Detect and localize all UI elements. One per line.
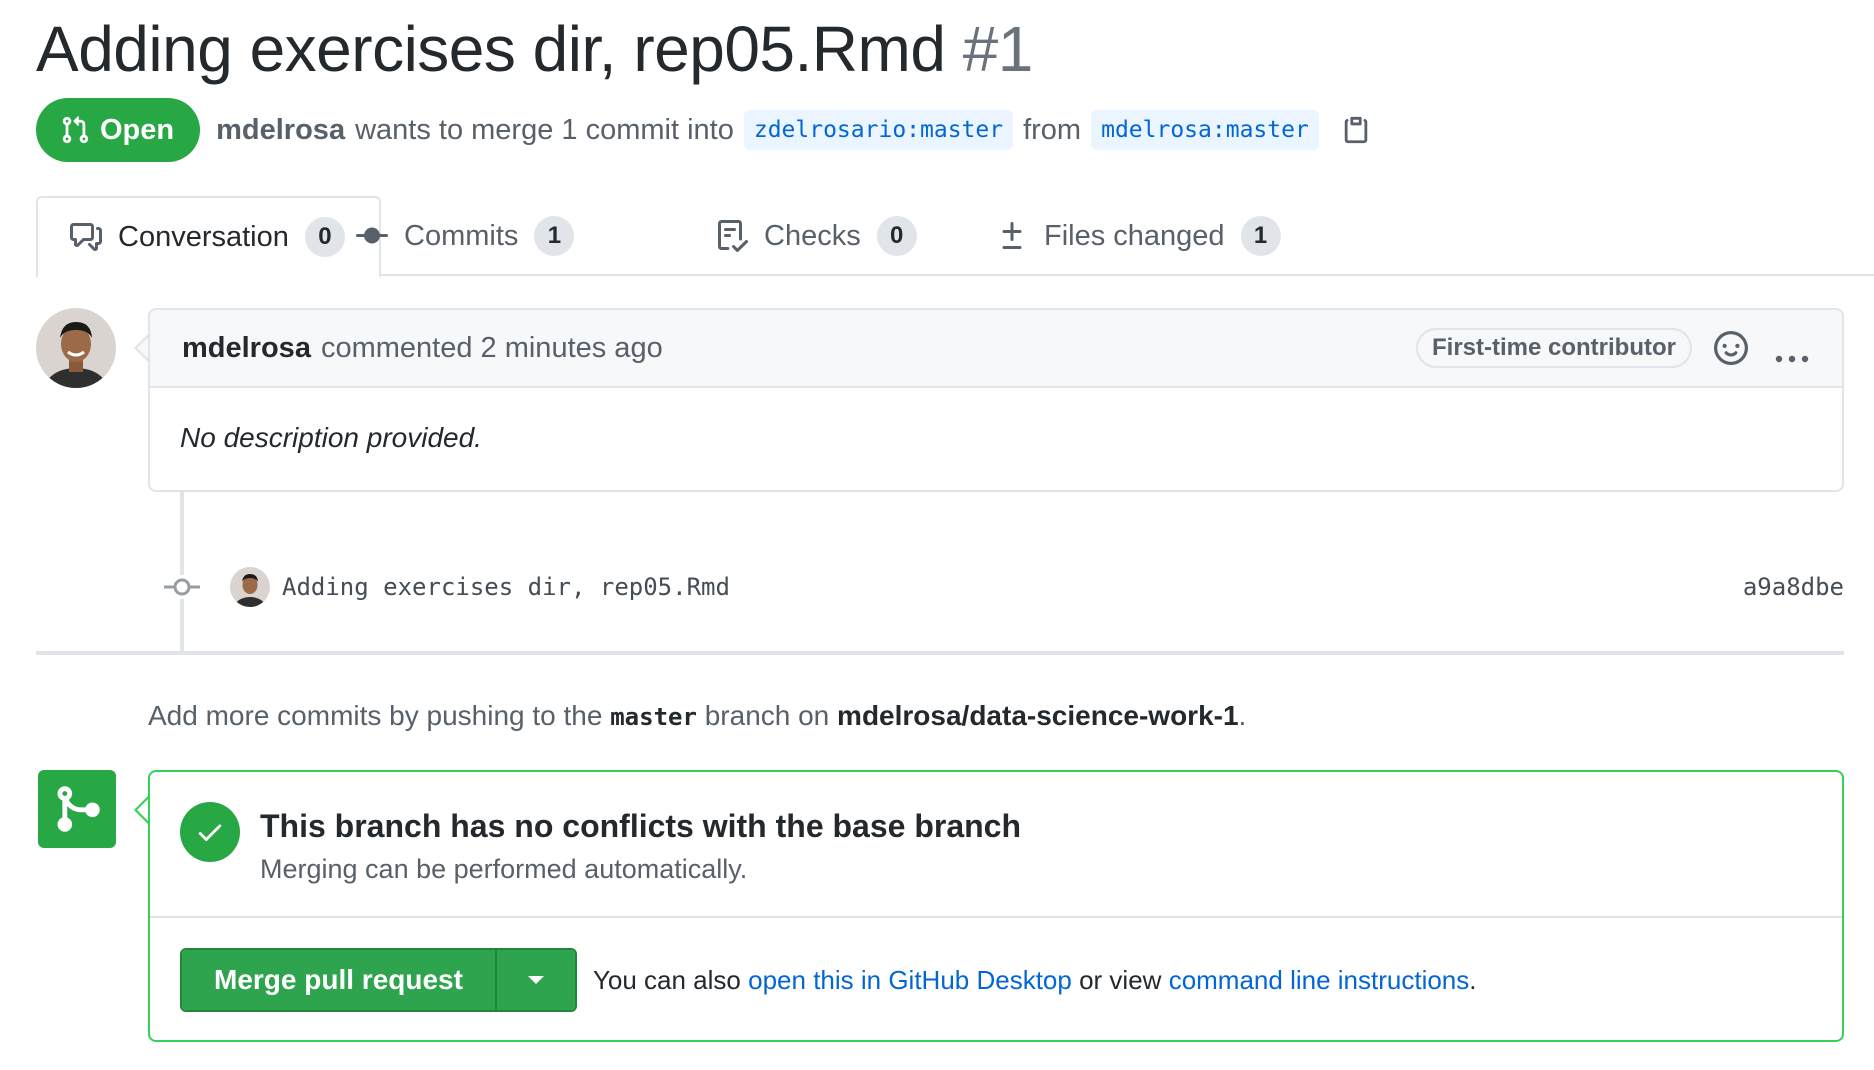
hint-suffix: . [1238, 700, 1247, 731]
hint-repo: mdelrosa/data-science-work-1 [837, 700, 1239, 731]
merge-method-dropdown[interactable] [494, 950, 575, 1010]
commit-author-avatar[interactable] [230, 567, 270, 607]
tab-label: Checks [764, 219, 861, 252]
file-diff-icon [996, 220, 1028, 252]
pr-title: Adding exercises dir, rep05.Rmd [36, 13, 946, 85]
merge-button-group: Merge pull request [180, 948, 577, 1012]
open-in-desktop-link[interactable]: open this in GitHub Desktop [748, 965, 1072, 995]
contributor-badge: First-time contributor [1416, 328, 1692, 368]
clipboard-icon[interactable] [1341, 115, 1371, 145]
pr-description-comment: mdelrosa commented 2 minutes ago First-t… [148, 308, 1844, 492]
comment-body: No description provided. [180, 422, 482, 453]
tab-label: Files changed [1044, 219, 1225, 252]
merge-status-subtitle: Merging can be performed automatically. [260, 854, 748, 884]
merge-status: This branch has no conflicts with the ba… [150, 772, 1842, 918]
pr-author-link[interactable]: mdelrosa [216, 114, 345, 147]
merge-pull-request-button[interactable]: Merge pull request [182, 950, 495, 1010]
merge-actions: Merge pull request You can also open thi… [150, 918, 1842, 1042]
merge-alternatives: You can also open this in GitHub Desktop… [593, 965, 1477, 996]
check-icon [180, 802, 240, 862]
alt-prefix: You can also [592, 964, 741, 995]
git-commit-icon [356, 220, 388, 252]
avatar[interactable] [36, 308, 116, 388]
tab-label: Commits [404, 219, 519, 252]
commit-message-link[interactable]: Adding exercises dir, rep05.Rmd [282, 573, 730, 601]
hint-branch: master [610, 703, 697, 731]
comment-header: mdelrosa commented 2 minutes ago First-t… [150, 310, 1842, 388]
merge-status-icon [38, 770, 116, 848]
head-branch[interactable]: mdelrosa:master [1091, 110, 1319, 150]
triangle-down-icon [526, 974, 546, 986]
hint-middle: branch on [704, 700, 830, 731]
git-merge-icon [51, 783, 103, 835]
page-title: Adding exercises dir, rep05.Rmd #1 [36, 12, 1033, 86]
tab-files-changed[interactable]: Files changed 1 [996, 196, 1281, 276]
merge-status-title: This branch has no conflicts with the ba… [260, 808, 1022, 844]
commit-sha-link[interactable]: a9a8dbe [1743, 573, 1844, 601]
pr-number: #1 [962, 13, 1034, 85]
hint-prefix: Add more commits by pushing to the [148, 700, 603, 731]
tab-counter: 1 [534, 216, 575, 256]
comment-discussion-icon [70, 221, 102, 253]
smiley-icon[interactable] [1714, 331, 1748, 365]
from-text: from [1023, 113, 1082, 146]
tab-commits[interactable]: Commits 1 [356, 196, 575, 276]
kebab-horizontal-icon[interactable] [1774, 341, 1810, 363]
push-hint: Add more commits by pushing to the maste… [148, 700, 1246, 732]
merge-summary: mdelrosa wants to merge 1 commit into zd… [216, 110, 1371, 150]
pr-meta: Open mdelrosa wants to merge 1 commit in… [36, 98, 1371, 162]
tab-conversation[interactable]: Conversation 0 [36, 196, 381, 278]
alt-middle: or view [1079, 964, 1162, 995]
alt-suffix: . [1469, 964, 1477, 995]
timeline-commit: Adding exercises dir, rep05.Rmd a9a8dbe [164, 562, 1844, 612]
tab-checks[interactable]: Checks 0 [716, 196, 917, 276]
tab-counter: 0 [876, 216, 917, 256]
pr-tabs: Conversation 0 Commits 1 Checks 0 Files … [36, 196, 1874, 278]
git-pull-request-icon [60, 115, 90, 145]
state-label: Open [100, 113, 175, 146]
merge-text: wants to merge 1 commit into [355, 113, 734, 146]
tab-label: Conversation [118, 220, 289, 253]
comment-author-link[interactable]: mdelrosa [182, 332, 311, 365]
timeline-divider [36, 651, 1844, 655]
checklist-icon [716, 220, 748, 252]
git-commit-icon [164, 575, 200, 599]
base-branch[interactable]: zdelrosario:master [743, 110, 1014, 150]
tab-counter: 1 [1240, 216, 1281, 256]
merge-box: This branch has no conflicts with the ba… [148, 770, 1844, 1042]
state-badge: Open [36, 98, 201, 162]
command-line-instructions-link[interactable]: command line instructions [1169, 965, 1470, 995]
tab-counter: 0 [304, 217, 345, 257]
comment-action: commented 2 minutes ago [320, 331, 663, 364]
